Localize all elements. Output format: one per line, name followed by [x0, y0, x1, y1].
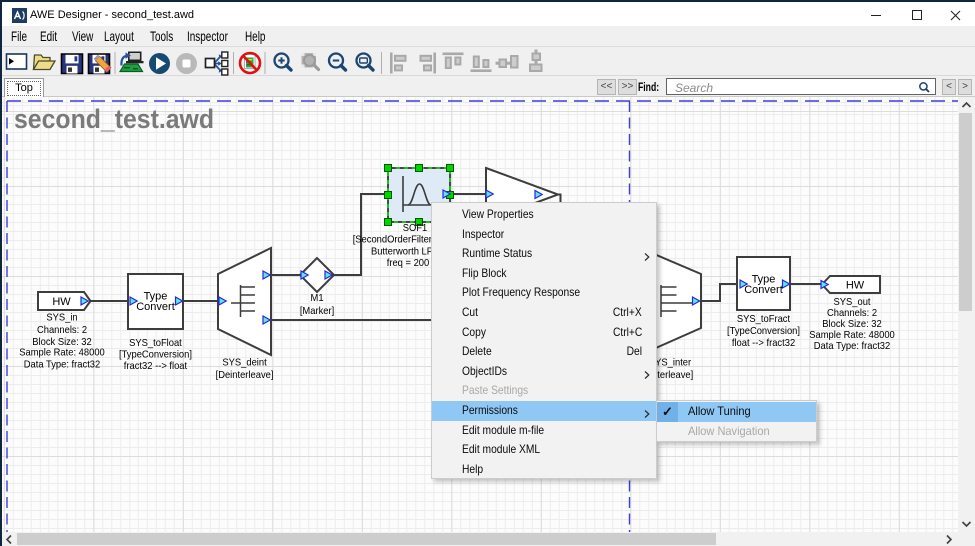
- svg-text:Data Type: fract32: Data Type: fract32: [814, 340, 890, 351]
- svg-text:[TypeConversion]: [TypeConversion]: [119, 349, 192, 360]
- svg-text:SYS_deint: SYS_deint: [222, 357, 267, 368]
- svg-text:float --> fract32: float --> fract32: [732, 337, 795, 348]
- svg-text:second_test.awd: second_test.awd: [14, 104, 214, 134]
- svg-text:SYS_in: SYS_in: [46, 312, 77, 323]
- svg-text:SYS_out: SYS_out: [833, 296, 870, 307]
- svg-text:SOF1: SOF1: [403, 223, 428, 234]
- svg-text:Convert: Convert: [744, 284, 783, 296]
- svg-text:SYS_toFract: SYS_toFract: [737, 313, 790, 324]
- svg-text:Channels: 2: Channels: 2: [37, 324, 87, 335]
- svg-text:HW: HW: [846, 280, 865, 292]
- svg-text:[Marker]: [Marker]: [300, 305, 335, 316]
- svg-text:[Deinterleave]: [Deinterleave]: [216, 369, 274, 380]
- svg-text:HW: HW: [52, 296, 71, 308]
- svg-text:Data Type: fract32: Data Type: fract32: [24, 359, 100, 370]
- svg-text:Block Size: 32: Block Size: 32: [822, 318, 881, 329]
- svg-text:fract32 --> float: fract32 --> float: [124, 361, 188, 372]
- svg-text:Sample Rate: 48000: Sample Rate: 48000: [19, 347, 105, 358]
- svg-text:SYS_toFloat: SYS_toFloat: [129, 337, 182, 348]
- svg-text:Convert: Convert: [136, 301, 175, 313]
- svg-text:Block Size: 32: Block Size: 32: [32, 336, 91, 347]
- svg-text:M1: M1: [311, 293, 324, 304]
- svg-text:[TypeConversion]: [TypeConversion]: [727, 325, 800, 336]
- svg-text:Sample Rate: 48000: Sample Rate: 48000: [809, 329, 895, 340]
- svg-text:Channels: 2: Channels: 2: [827, 307, 877, 318]
